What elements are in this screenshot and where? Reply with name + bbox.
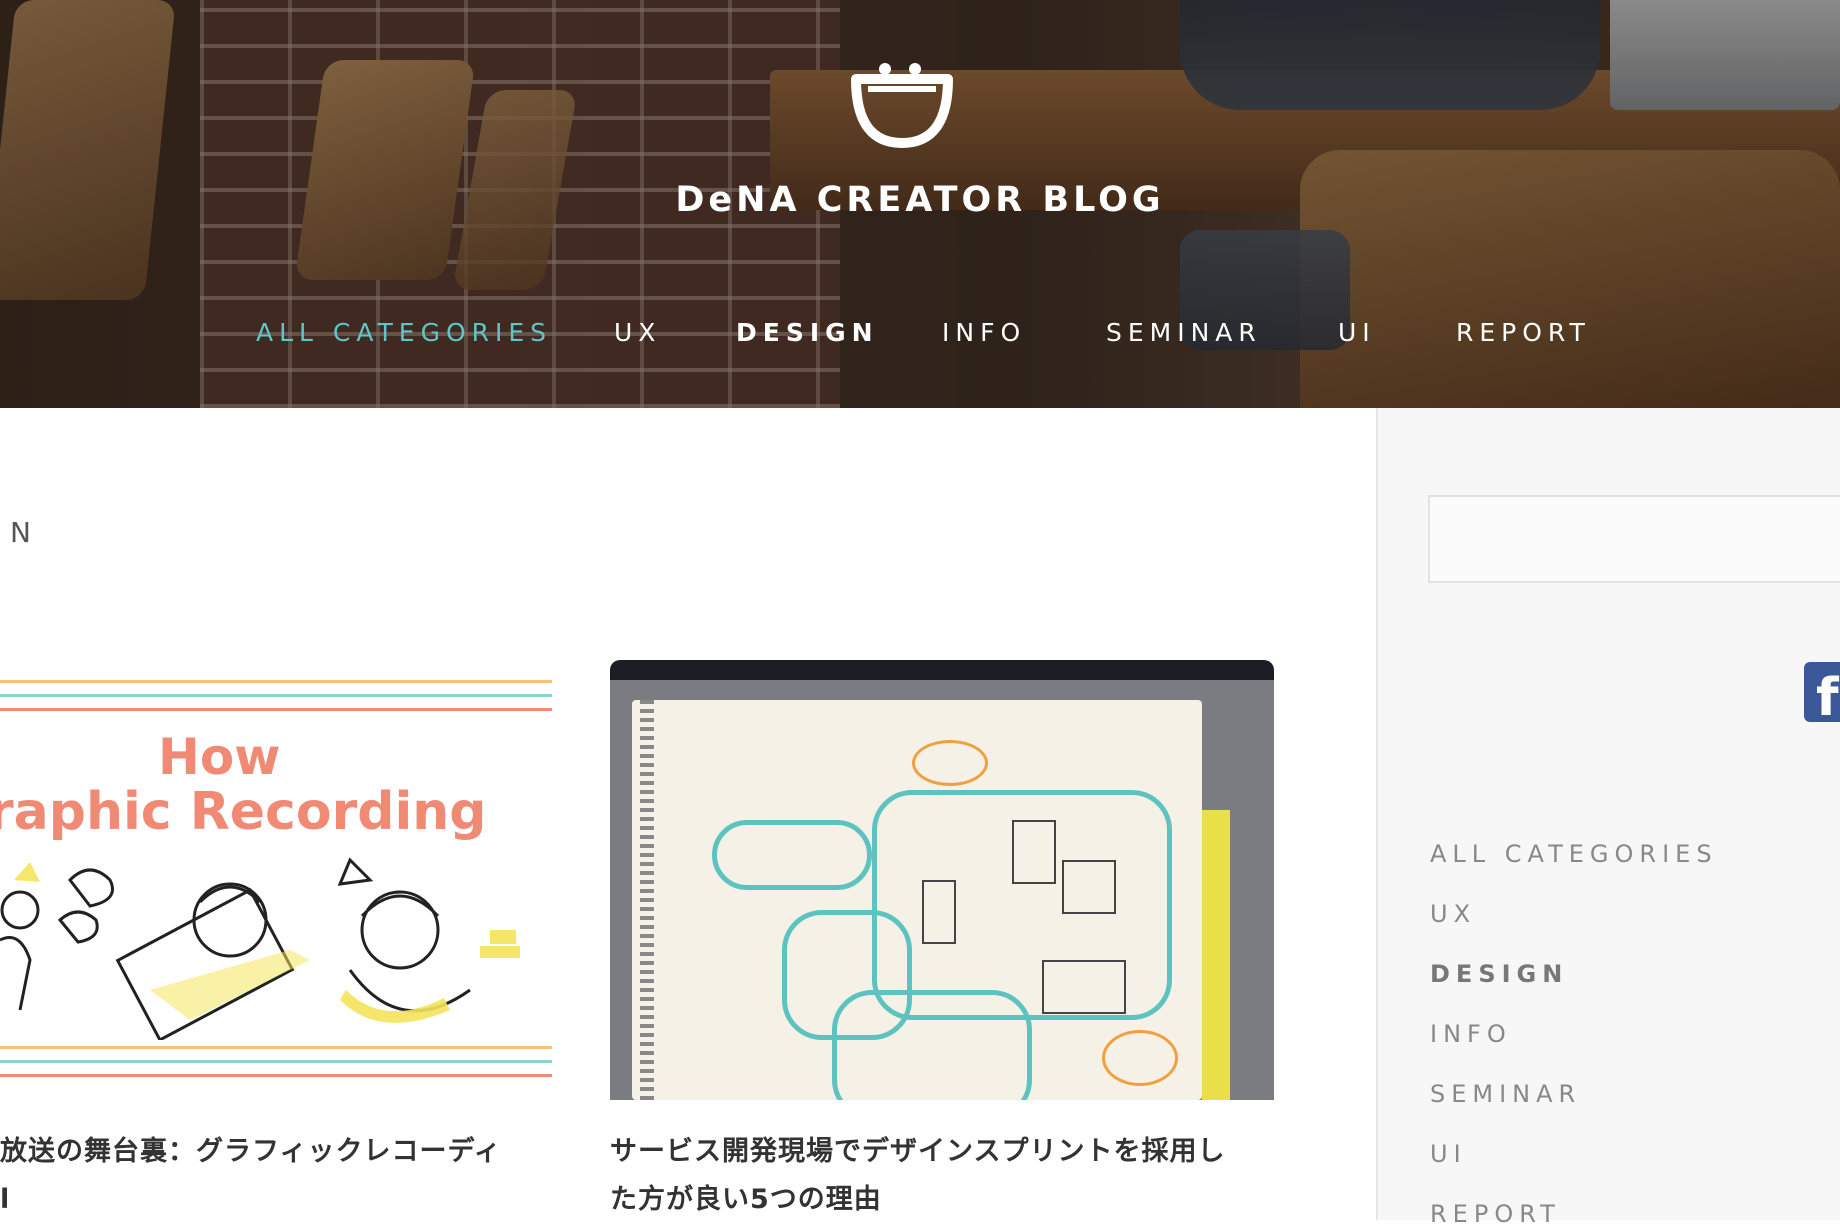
sidebar-item-ui[interactable]: UI bbox=[1430, 1140, 1467, 1168]
sidebar-item-seminar[interactable]: SEMINAR bbox=[1430, 1080, 1581, 1108]
nav-item-report[interactable]: REPORT bbox=[1456, 318, 1591, 358]
article-title[interactable]: サービス開発現場でデザインスプリントを採用し bbox=[610, 1128, 1225, 1176]
article-title[interactable]: た方が良い5つの理由 bbox=[610, 1176, 882, 1224]
article-thumbnail-design-sprint[interactable] bbox=[610, 660, 1274, 1100]
sidebar-item-report[interactable]: REPORT bbox=[1430, 1200, 1561, 1228]
thumbnail-heading: raphic Recording bbox=[0, 782, 487, 842]
hero-header: DeNA CREATOR BLOG ALL CATEGORIES UX DESI… bbox=[0, 0, 1840, 408]
facebook-icon[interactable]: f bbox=[1804, 662, 1840, 722]
article-title[interactable]: 放送の舞台裏：グラフィックレコーディ bbox=[0, 1128, 502, 1176]
blog-title[interactable]: DeNA CREATOR BLOG bbox=[0, 180, 1840, 220]
nav-item-all-categories[interactable]: ALL CATEGORIES bbox=[256, 318, 552, 358]
dena-smile-logo[interactable] bbox=[850, 55, 954, 150]
sidebar-item-all-categories[interactable]: ALL CATEGORIES bbox=[1430, 840, 1718, 868]
article-title[interactable]: l bbox=[0, 1176, 10, 1224]
article-thumbnail-graphic-recording[interactable]: How raphic Recording bbox=[0, 660, 552, 1100]
illustration-drawing bbox=[0, 857, 520, 1040]
nav-item-seminar[interactable]: SEMINAR bbox=[1106, 318, 1262, 358]
thumbnail-heading: How bbox=[158, 728, 281, 786]
nav-item-ui[interactable]: UI bbox=[1338, 318, 1376, 358]
sidebar-item-info[interactable]: INFO bbox=[1430, 1020, 1512, 1048]
sidebar-item-design[interactable]: DESIGN bbox=[1430, 960, 1568, 988]
notebook-image bbox=[632, 700, 1202, 1100]
nav-item-info[interactable]: INFO bbox=[942, 318, 1026, 358]
section-heading: N bbox=[10, 516, 33, 549]
sidebar-item-ux[interactable]: UX bbox=[1430, 900, 1476, 928]
search-input[interactable] bbox=[1428, 495, 1840, 583]
nav-item-ux[interactable]: UX bbox=[614, 318, 661, 358]
nav-item-design[interactable]: DESIGN bbox=[736, 318, 879, 358]
